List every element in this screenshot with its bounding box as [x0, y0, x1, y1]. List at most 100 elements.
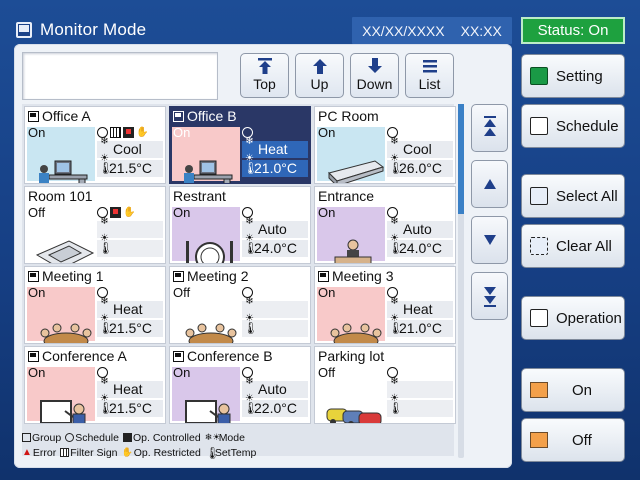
scroll-thumb[interactable]: [458, 104, 464, 214]
group-tile[interactable]: Meeting 2 Off ❄☀ 🌡: [169, 266, 311, 344]
tile-state: On: [28, 285, 46, 300]
tile-state: On: [318, 285, 336, 300]
tile-name: Entrance: [318, 188, 374, 204]
legend-op-controlled: Op. Controlled: [122, 432, 201, 444]
group-icon: [28, 110, 39, 122]
list-button[interactable]: List: [405, 53, 454, 98]
tile-status-area: ❄☀ Auto 🌡 24.0°C: [242, 205, 308, 263]
group-tile[interactable]: Office B On ❄☀ Heat 🌡 21.0°C: [169, 106, 311, 184]
group-grid: Office A On ✋ ❄☀ Cool 🌡 21.5°C Office B …: [22, 104, 456, 456]
up-button[interactable]: Up: [295, 53, 344, 98]
tile-name: Meeting 1: [28, 268, 103, 284]
tile-status-area: ❄☀ 🌡: [387, 365, 453, 423]
tile-state: Off: [173, 285, 191, 300]
schedule-calendar-icon: [530, 117, 548, 135]
temp-row: 🌡 21.0°C: [387, 320, 453, 337]
temp-row: 🌡 24.0°C: [387, 240, 453, 257]
select-all-button[interactable]: Select All: [521, 174, 625, 218]
thermometer-icon: 🌡: [243, 321, 259, 335]
temp-row: 🌡: [387, 400, 453, 417]
group-tile[interactable]: Parking lot Off ❄☀ 🌡: [314, 346, 456, 424]
legend-row-1: Group Schedule Op. Controlled ❄☀ Mode: [22, 430, 452, 445]
setting-icon: [530, 67, 548, 85]
temp-row: 🌡: [242, 320, 308, 337]
time-text: XX:XX: [460, 22, 502, 39]
legend-row-2: ▲ Error Filter Sign ✋ Op. Restricted 🌡 SetT…: [22, 445, 452, 460]
mode-row: ❄☀ Auto: [387, 216, 453, 244]
legend-error: ▲ Error: [22, 447, 56, 459]
tile-name-text: Entrance: [318, 188, 375, 204]
group-icon: [28, 270, 39, 282]
tile-status-area: ❄☀ Auto 🌡 24.0°C: [387, 205, 453, 263]
group-tile[interactable]: Meeting 3 On ❄☀ Heat 🌡 21.0°C: [314, 266, 456, 344]
schedule-button[interactable]: Schedule: [521, 104, 625, 148]
mode-row: ❄☀ Cool: [387, 136, 453, 164]
tile-name: Meeting 3: [318, 268, 393, 284]
legend-mode-label: Mode: [218, 431, 245, 444]
mode-row: ❄☀ Auto: [242, 376, 308, 404]
down-button[interactable]: Down: [350, 53, 399, 98]
up-arrow-icon: [483, 179, 496, 189]
tile-status-area: ✋ ❄☀ Cool 🌡 21.5°C: [97, 125, 163, 183]
group-tile[interactable]: PC Room On ❄☀ Cool 🌡 26.0°C: [314, 106, 456, 184]
top-button[interactable]: Top: [240, 53, 289, 98]
tile-status-area: ❄☀ Heat 🌡 21.5°C: [97, 285, 163, 343]
tile-name: Meeting 2: [173, 268, 248, 284]
scrollbar[interactable]: [458, 104, 464, 458]
clear-all-button[interactable]: Clear All: [521, 224, 625, 268]
off-button[interactable]: Off: [521, 418, 625, 462]
group-icon: [173, 110, 184, 122]
group-tile[interactable]: Conference B On ❄☀ Auto 🌡 22.0°C: [169, 346, 311, 424]
thermometer-icon: 🌡: [204, 445, 221, 460]
tile-name-text: Meeting 1: [42, 268, 104, 284]
legend-settemp-label: SetTemp: [214, 446, 257, 459]
on-indicator-icon: [530, 382, 548, 398]
status-badge: Status: On: [521, 17, 625, 44]
scroll-down-button[interactable]: [471, 216, 508, 264]
group-tile[interactable]: Conference A On ❄☀ Heat 🌡 21.5°C: [24, 346, 166, 424]
tile-name-text: Meeting 2: [187, 268, 249, 284]
thermometer-icon: 🌡: [388, 241, 404, 255]
select-all-label: Select All: [556, 187, 618, 205]
mode-row: ❄☀: [97, 216, 163, 244]
scroll-bottom-button[interactable]: [471, 272, 508, 320]
tile-state: On: [173, 365, 191, 380]
tile-state: On: [28, 365, 46, 380]
mode-value: Cool: [113, 141, 142, 157]
tile-name: Parking lot: [318, 348, 384, 364]
tile-status-area: ❄☀ Heat 🌡 21.0°C: [242, 125, 308, 183]
tile-name: Room 101: [28, 188, 93, 204]
group-icon: [22, 433, 31, 442]
message-box: [22, 52, 218, 100]
on-button[interactable]: On: [521, 368, 625, 412]
temp-value: 21.0°C: [399, 320, 442, 336]
scroll-top-button[interactable]: [471, 104, 508, 152]
temp-row: 🌡: [97, 240, 163, 257]
group-tile[interactable]: Restrant On ❄☀ Auto 🌡 24.0°C: [169, 186, 311, 264]
tile-status-area: ❄☀ Heat 🌡 21.0°C: [387, 285, 453, 343]
setting-button[interactable]: Setting: [521, 54, 625, 98]
op-restricted-icon: ✋: [121, 447, 133, 457]
group-tile[interactable]: Office A On ✋ ❄☀ Cool 🌡 21.5°C: [24, 106, 166, 184]
title-bar: Monitor Mode XX/XX/XXXX XX:XX Status: On: [0, 14, 640, 48]
mode-row: ❄☀ Heat: [387, 296, 453, 324]
mode-row: ❄☀ Cool: [97, 136, 163, 164]
thermometer-icon: 🌡: [98, 321, 114, 335]
mode-icon: ❄☀: [204, 432, 221, 442]
up-button-label: Up: [310, 76, 329, 92]
legend-schedule-label: Schedule: [75, 431, 119, 444]
thermometer-icon: 🌡: [388, 401, 404, 415]
group-tile[interactable]: Entrance On ❄☀ Auto 🌡 24.0°C: [314, 186, 456, 264]
off-indicator-icon: [530, 432, 548, 448]
tile-state: Off: [318, 365, 336, 380]
down-arrow-icon: [483, 235, 496, 245]
tile-name-text: Office B: [187, 108, 237, 124]
scroll-up-button[interactable]: [471, 160, 508, 208]
group-tile[interactable]: Room 101 Off ✋ ❄☀ 🌡: [24, 186, 166, 264]
operation-button[interactable]: Operation: [521, 296, 625, 340]
thermometer-icon: 🌡: [243, 241, 259, 255]
on-label: On: [572, 381, 593, 399]
list-icon: [422, 60, 437, 73]
group-tile[interactable]: Meeting 1 On ❄☀ Heat 🌡 21.5°C: [24, 266, 166, 344]
legend: Group Schedule Op. Controlled ❄☀ Mode ▲ Er…: [22, 430, 452, 460]
